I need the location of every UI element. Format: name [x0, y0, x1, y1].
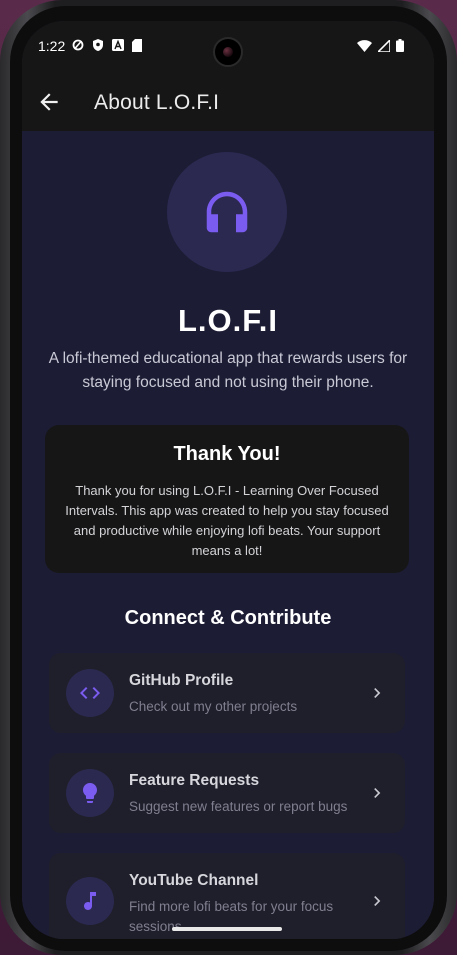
github-icon-circle: [66, 669, 114, 717]
feature-requests-subtitle: Suggest new features or report bugs: [129, 799, 348, 814]
sd-card-icon: [132, 38, 142, 52]
thank-you-text: Thank you for using L.O.F.I - Learning O…: [65, 483, 389, 558]
feature-requests-card[interactable]: Feature Requests Suggest new features or…: [49, 753, 405, 833]
about-content: L.O.F.I A lofi-themed educational app th…: [22, 131, 434, 939]
code-icon: [80, 687, 100, 699]
youtube-channel-title: YouTube Channel: [129, 872, 259, 889]
feature-requests-title: Feature Requests: [129, 772, 260, 789]
status-bar: 1:22: [22, 21, 434, 73]
data-saver-icon: [72, 39, 84, 51]
github-profile-title: GitHub Profile: [129, 672, 234, 689]
app-name: L.O.F.I: [178, 303, 278, 338]
chevron-right-icon: [374, 896, 381, 906]
screen: 1:22 About L.O.F.I L.O.F.I A lofi-themed…: [22, 21, 434, 939]
feature-requests-icon-circle: [66, 769, 114, 817]
github-profile-card[interactable]: GitHub Profile Check out my other projec…: [49, 653, 405, 733]
wifi-icon: [357, 39, 372, 52]
signal-icon: [378, 39, 390, 52]
font-icon: [112, 39, 124, 51]
connect-section-title: Connect & Contribute: [124, 607, 332, 629]
github-profile-subtitle: Check out my other projects: [129, 699, 298, 714]
youtube-channel-subtitle: Find more lofi beats for your focus sess…: [129, 899, 334, 934]
app-bar: About L.O.F.I: [22, 73, 434, 131]
youtube-icon-circle: [66, 877, 114, 925]
thank-you-card: Thank You! Thank you for using L.O.F.I -…: [45, 425, 409, 573]
front-camera: [213, 37, 243, 67]
chevron-right-icon: [374, 788, 381, 798]
headphones-icon: [206, 191, 248, 233]
back-button[interactable]: [36, 89, 62, 115]
shield-icon: [93, 39, 103, 51]
status-notification-icons: [72, 38, 142, 52]
status-system-icons: [357, 39, 404, 52]
battery-icon: [396, 39, 404, 52]
app-logo: [167, 152, 287, 272]
app-description: A lofi-themed educational app that rewar…: [48, 350, 408, 391]
arrow-back-icon: [40, 93, 58, 111]
lightbulb-icon: [83, 783, 97, 803]
thank-you-title: Thank You!: [173, 443, 281, 465]
page-title: About L.O.F.I: [94, 91, 220, 114]
status-time: 1:22: [38, 38, 66, 54]
gesture-home-bar[interactable]: [172, 927, 282, 931]
chevron-right-icon: [374, 688, 381, 698]
music-note-icon: [84, 892, 96, 910]
